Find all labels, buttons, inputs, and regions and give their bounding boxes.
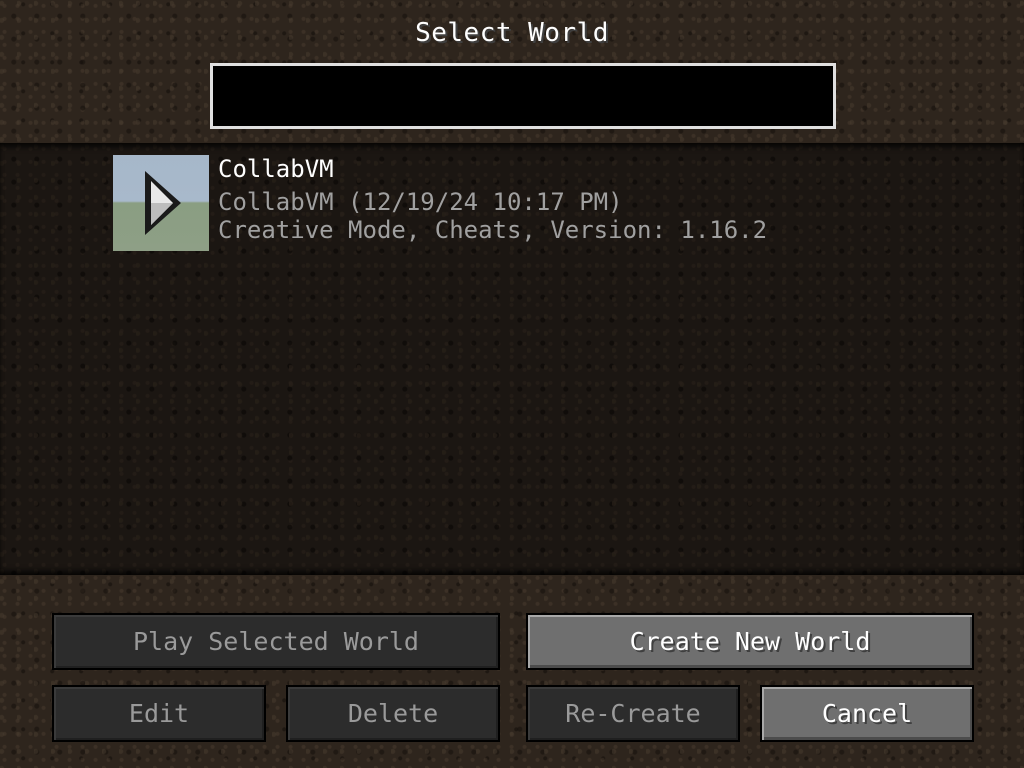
create-new-world-button[interactable]: Create New World: [526, 613, 974, 670]
world-name: CollabVM: [218, 155, 334, 183]
world-file-info: CollabVM (12/19/24 10:17 PM): [218, 188, 623, 216]
world-thumbnail[interactable]: [113, 155, 209, 251]
world-list[interactable]: CollabVM CollabVM (12/19/24 10:17 PM) Cr…: [0, 143, 1024, 575]
world-list-item[interactable]: CollabVM CollabVM (12/19/24 10:17 PM) Cr…: [113, 155, 813, 251]
play-selected-world-button[interactable]: Play Selected World: [52, 613, 500, 670]
cancel-button[interactable]: Cancel: [760, 685, 974, 742]
recreate-button[interactable]: Re-Create: [526, 685, 740, 742]
play-arrow-icon[interactable]: [141, 169, 185, 237]
world-details: Creative Mode, Cheats, Version: 1.16.2: [218, 216, 768, 244]
page-title: Select World: [415, 18, 609, 48]
edit-button[interactable]: Edit: [52, 685, 266, 742]
select-world-screen: Select World CollabVM CollabVM (12/19/24…: [0, 0, 1024, 768]
search-input[interactable]: [210, 63, 836, 129]
delete-button[interactable]: Delete: [286, 685, 500, 742]
